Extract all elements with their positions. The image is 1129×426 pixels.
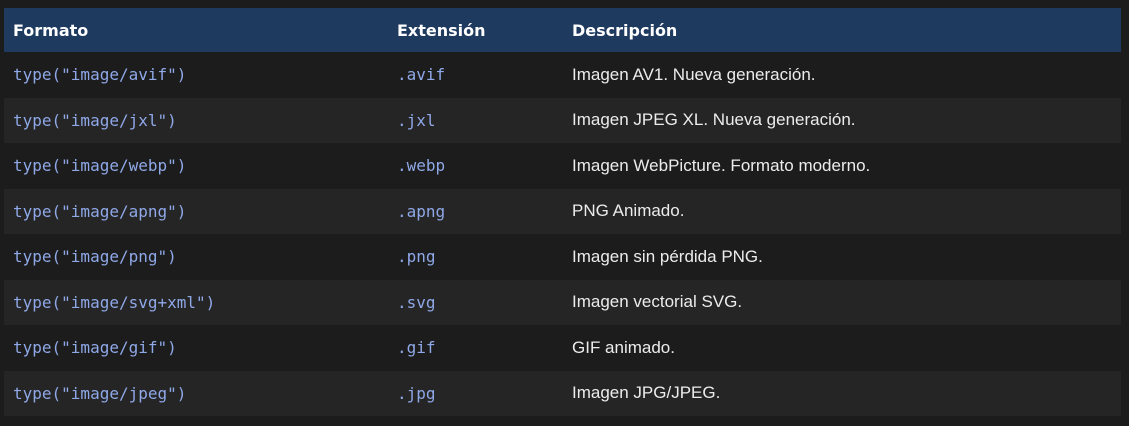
format-cell: type("image/gif") — [13, 338, 177, 358]
extension-cell: .svg — [397, 292, 436, 312]
description-cell: Imagen sin pérdida PNG. — [572, 246, 763, 266]
header-description: Descripción — [572, 20, 678, 40]
extension-cell: .png — [397, 247, 436, 267]
formats-table-container: Formato Extensión Descripción type("imag… — [4, 8, 1121, 416]
image-formats-table: Formato Extensión Descripción type("imag… — [4, 8, 1121, 416]
format-cell: type("image/apng") — [13, 201, 187, 221]
extension-cell: .avif — [397, 65, 446, 85]
table-body: type("image/avif") .avif Imagen AV1. Nue… — [4, 52, 1121, 416]
table-row: type("image/apng") .apng PNG Animado. — [4, 188, 1121, 234]
extension-cell: .webp — [397, 156, 446, 176]
description-cell: PNG Animado. — [572, 201, 685, 221]
table-row: type("image/jpeg") .jpg Imagen JPG/JPEG. — [4, 370, 1121, 416]
table-row: type("image/avif") .avif Imagen AV1. Nue… — [4, 52, 1121, 98]
table-row: type("image/png") .png Imagen sin pérdid… — [4, 234, 1121, 280]
format-cell: type("image/jxl") — [13, 110, 177, 130]
table-row: type("image/gif") .gif GIF animado. — [4, 325, 1121, 371]
format-cell: type("image/webp") — [13, 156, 187, 176]
description-cell: Imagen vectorial SVG. — [572, 292, 743, 312]
header-format: Formato — [13, 20, 89, 40]
header-row: Formato Extensión Descripción — [4, 8, 1121, 52]
header-extension: Extensión — [397, 20, 486, 40]
extension-cell: .jxl — [397, 110, 436, 130]
extension-cell: .apng — [397, 201, 446, 221]
format-cell: type("image/jpeg") — [13, 383, 187, 403]
table-row: type("image/jxl") .jxl Imagen JPEG XL. N… — [4, 97, 1121, 143]
format-cell: type("image/svg+xml") — [13, 292, 216, 312]
format-cell: type("image/avif") — [13, 65, 187, 85]
format-cell: type("image/png") — [13, 247, 177, 267]
description-cell: GIF animado. — [572, 337, 675, 357]
table-header: Formato Extensión Descripción — [4, 8, 1121, 52]
description-cell: Imagen JPEG XL. Nueva generación. — [572, 110, 856, 130]
table-row: type("image/svg+xml") .svg Imagen vector… — [4, 279, 1121, 325]
extension-cell: .gif — [397, 338, 436, 358]
description-cell: Imagen WebPicture. Formato moderno. — [572, 155, 871, 175]
extension-cell: .jpg — [397, 383, 436, 403]
description-cell: Imagen JPG/JPEG. — [572, 383, 721, 403]
description-cell: Imagen AV1. Nueva generación. — [572, 64, 816, 84]
table-row: type("image/webp") .webp Imagen WebPictu… — [4, 143, 1121, 189]
